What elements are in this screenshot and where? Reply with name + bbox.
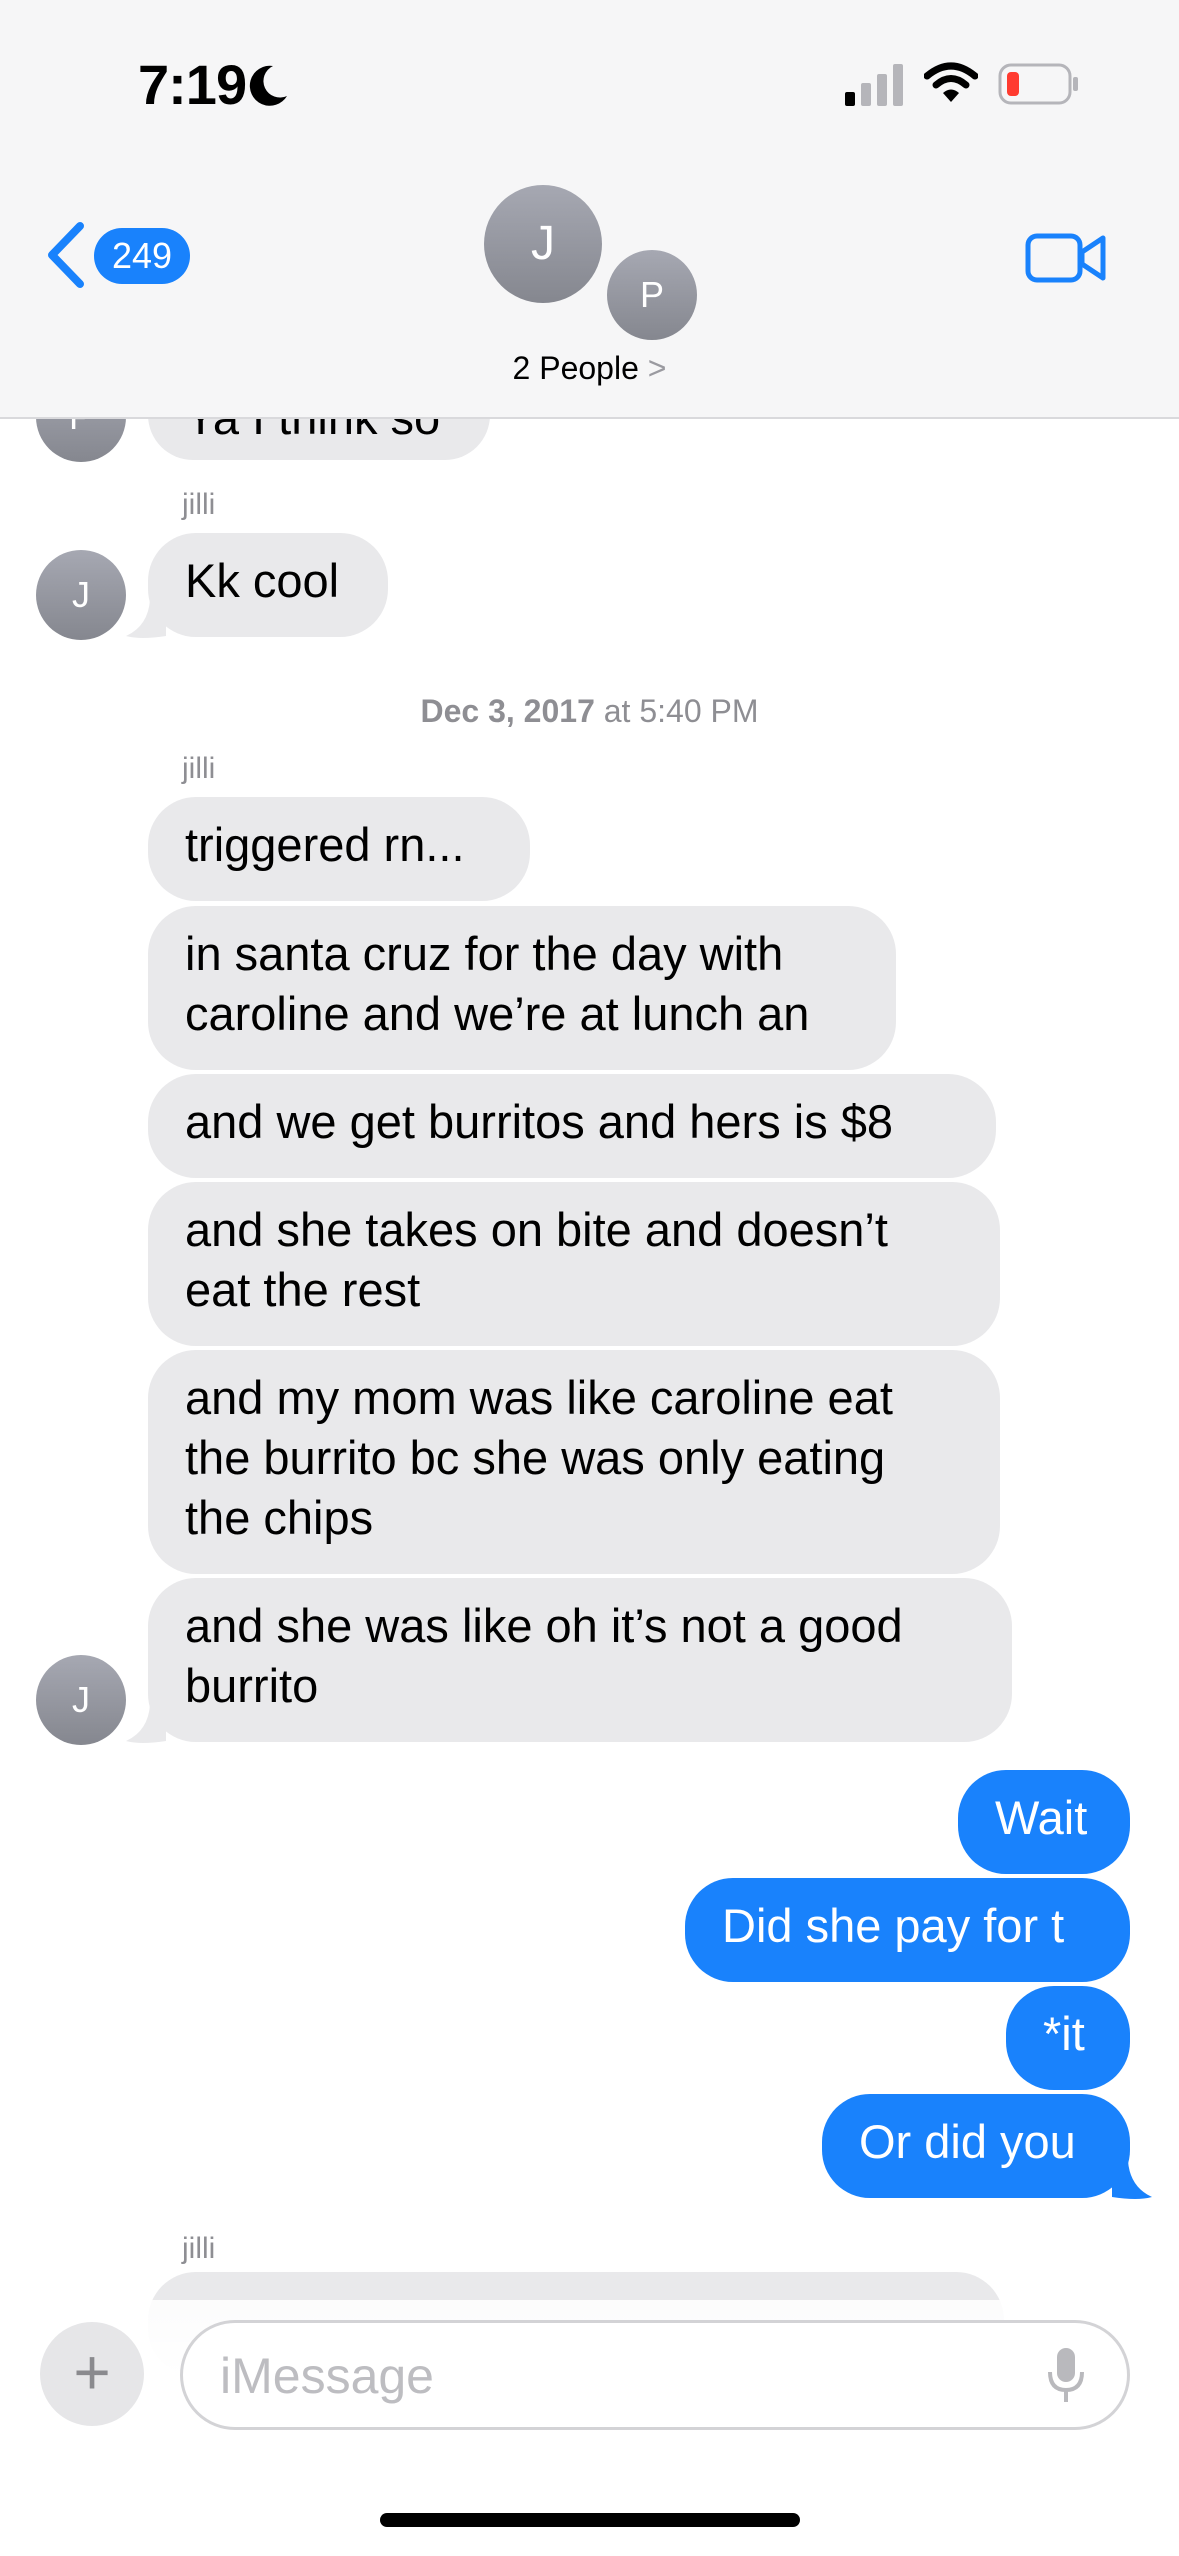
timestamp: Dec 3, 2017 at 5:40 PM — [0, 693, 1179, 730]
group-title[interactable]: 2 People > — [0, 350, 1179, 387]
message-line: the chips — [185, 1491, 374, 1544]
back-chevron-icon[interactable] — [46, 222, 86, 288]
bubble-tail — [126, 1705, 166, 1743]
sender-name: jilli — [182, 488, 216, 521]
message-line: eat the rest — [185, 1263, 421, 1316]
sender-name: jilli — [182, 752, 216, 785]
chevron-right-icon: > — [647, 350, 667, 386]
message-line: and we get burritos and hers is $8 — [185, 1095, 894, 1148]
message-bubble-incoming[interactable]: and she takes on bite and doesn’t eat th… — [148, 1182, 1000, 1346]
message-bubble-incoming[interactable]: triggered rn... — [148, 797, 530, 901]
message-line: triggered rn... — [185, 818, 465, 871]
avatar-j: J — [36, 1655, 126, 1745]
plus-icon[interactable]: + — [40, 2322, 144, 2426]
sender-name: jilli — [182, 2232, 216, 2265]
message-line: burrito — [185, 1659, 319, 1712]
message-line: and she takes on bite and doesn’t — [185, 1203, 888, 1256]
message-bubble-incoming[interactable]: and she was like oh it’s not a good burr… — [148, 1578, 1012, 1742]
conversation-header: 7:19 249 J P 2 People > — [0, 0, 1179, 419]
message-bubble-outgoing[interactable]: Or did you — [822, 2094, 1130, 2198]
message-bubble-outgoing[interactable]: *it — [1006, 1986, 1130, 2090]
message-bubble-incoming[interactable]: and we get burritos and hers is $8 — [148, 1074, 996, 1178]
battery-low-icon — [998, 63, 1078, 105]
home-indicator[interactable] — [380, 2513, 800, 2527]
cellular-signal-icon — [845, 64, 903, 106]
message-bubble-incoming[interactable]: Kk cool — [148, 533, 388, 637]
status-time: 7:19 — [138, 53, 247, 116]
back-unread-count[interactable]: 249 — [94, 228, 190, 284]
message-line: the burrito bc she was only eating — [185, 1431, 886, 1484]
message-bubble-outgoing[interactable]: Did she pay for t — [685, 1878, 1130, 1982]
message-line: and my mom was like caroline eat — [185, 1371, 893, 1424]
group-avatar-p[interactable]: P — [604, 247, 700, 343]
bubble-tail — [1112, 2161, 1152, 2199]
group-title-label: 2 People — [512, 350, 639, 386]
moon-icon — [249, 65, 287, 106]
message-bubble-incoming[interactable]: and my mom was like caroline eat the bur… — [148, 1350, 1000, 1574]
avatar-j: J — [36, 550, 126, 640]
message-line: and she was like oh it’s not a good — [185, 1599, 903, 1652]
bubble-tail — [126, 600, 166, 638]
timestamp-time: at 5:40 PM — [594, 693, 759, 729]
message-bubble-incoming[interactable]: in santa cruz for the day with caroline … — [148, 906, 896, 1070]
microphone-icon[interactable] — [1046, 2346, 1086, 2406]
video-camera-icon[interactable] — [1025, 230, 1107, 286]
wifi-icon — [924, 62, 978, 102]
message-line: caroline and we’re at lunch an — [185, 987, 810, 1040]
group-avatar-j[interactable]: J — [484, 185, 602, 303]
message-bubble-outgoing[interactable]: Wait — [958, 1770, 1130, 1874]
message-input-placeholder: iMessage — [220, 2348, 434, 2404]
message-line: in santa cruz for the day with — [185, 927, 784, 980]
timestamp-date: Dec 3, 2017 — [420, 693, 595, 729]
